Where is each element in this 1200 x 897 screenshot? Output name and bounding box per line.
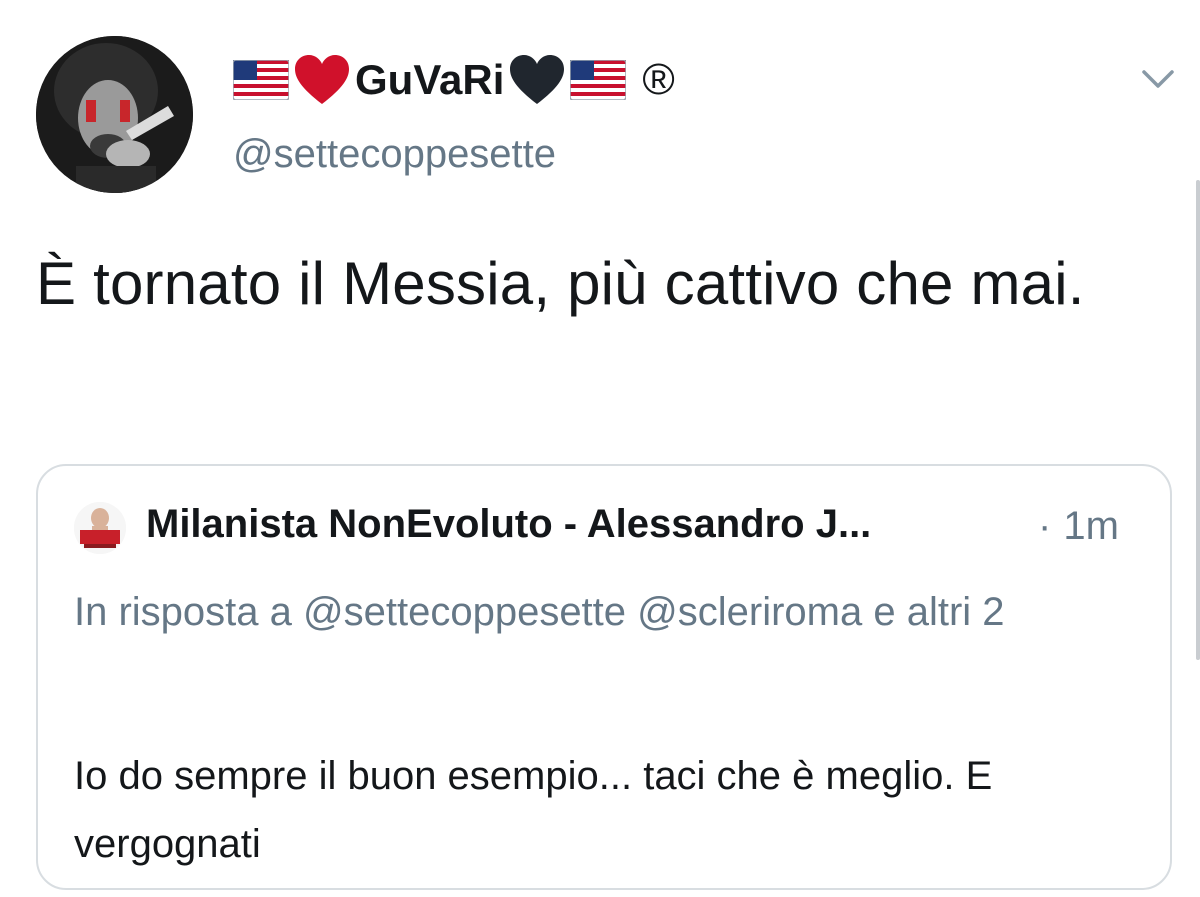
display-name-text: GuVaRi <box>355 56 505 103</box>
quoted-avatar <box>74 502 126 554</box>
registered-mark: ® <box>642 55 675 104</box>
reply-context: In risposta a @settecoppesette @scleriro… <box>74 590 1005 634</box>
quoted-text: Io do sempre il buon esempio... taci che… <box>74 754 993 866</box>
quoted-avatar-icon <box>74 502 126 554</box>
user-handle[interactable]: @settecoppesette <box>233 132 556 177</box>
chevron-down-icon[interactable] <box>1138 62 1178 98</box>
us-flag-icon <box>570 60 627 100</box>
black-heart-icon <box>510 55 565 104</box>
avatar-portrait-icon <box>36 36 193 193</box>
display-name[interactable]: GuVaRi ® <box>233 52 675 108</box>
separator-dot: · <box>1038 504 1052 548</box>
avatar[interactable] <box>36 36 193 193</box>
scrollbar[interactable] <box>1196 180 1200 660</box>
tweet-detail: GuVaRi ® @settecoppesette È tornato il M… <box>0 0 1200 897</box>
tweet-text: È tornato il Messia, più cattivo che mai… <box>36 250 1085 317</box>
red-heart-icon <box>295 55 349 104</box>
us-flag-icon <box>233 60 289 100</box>
quoted-tweet-card[interactable]: Milanista NonEvoluto - Alessandro J... ·… <box>36 464 1172 890</box>
quoted-author-name[interactable]: Milanista NonEvoluto - Alessandro J... <box>146 502 1026 547</box>
quoted-time: 1m <box>1063 504 1119 548</box>
quoted-timestamp: · 1m <box>1038 504 1119 549</box>
